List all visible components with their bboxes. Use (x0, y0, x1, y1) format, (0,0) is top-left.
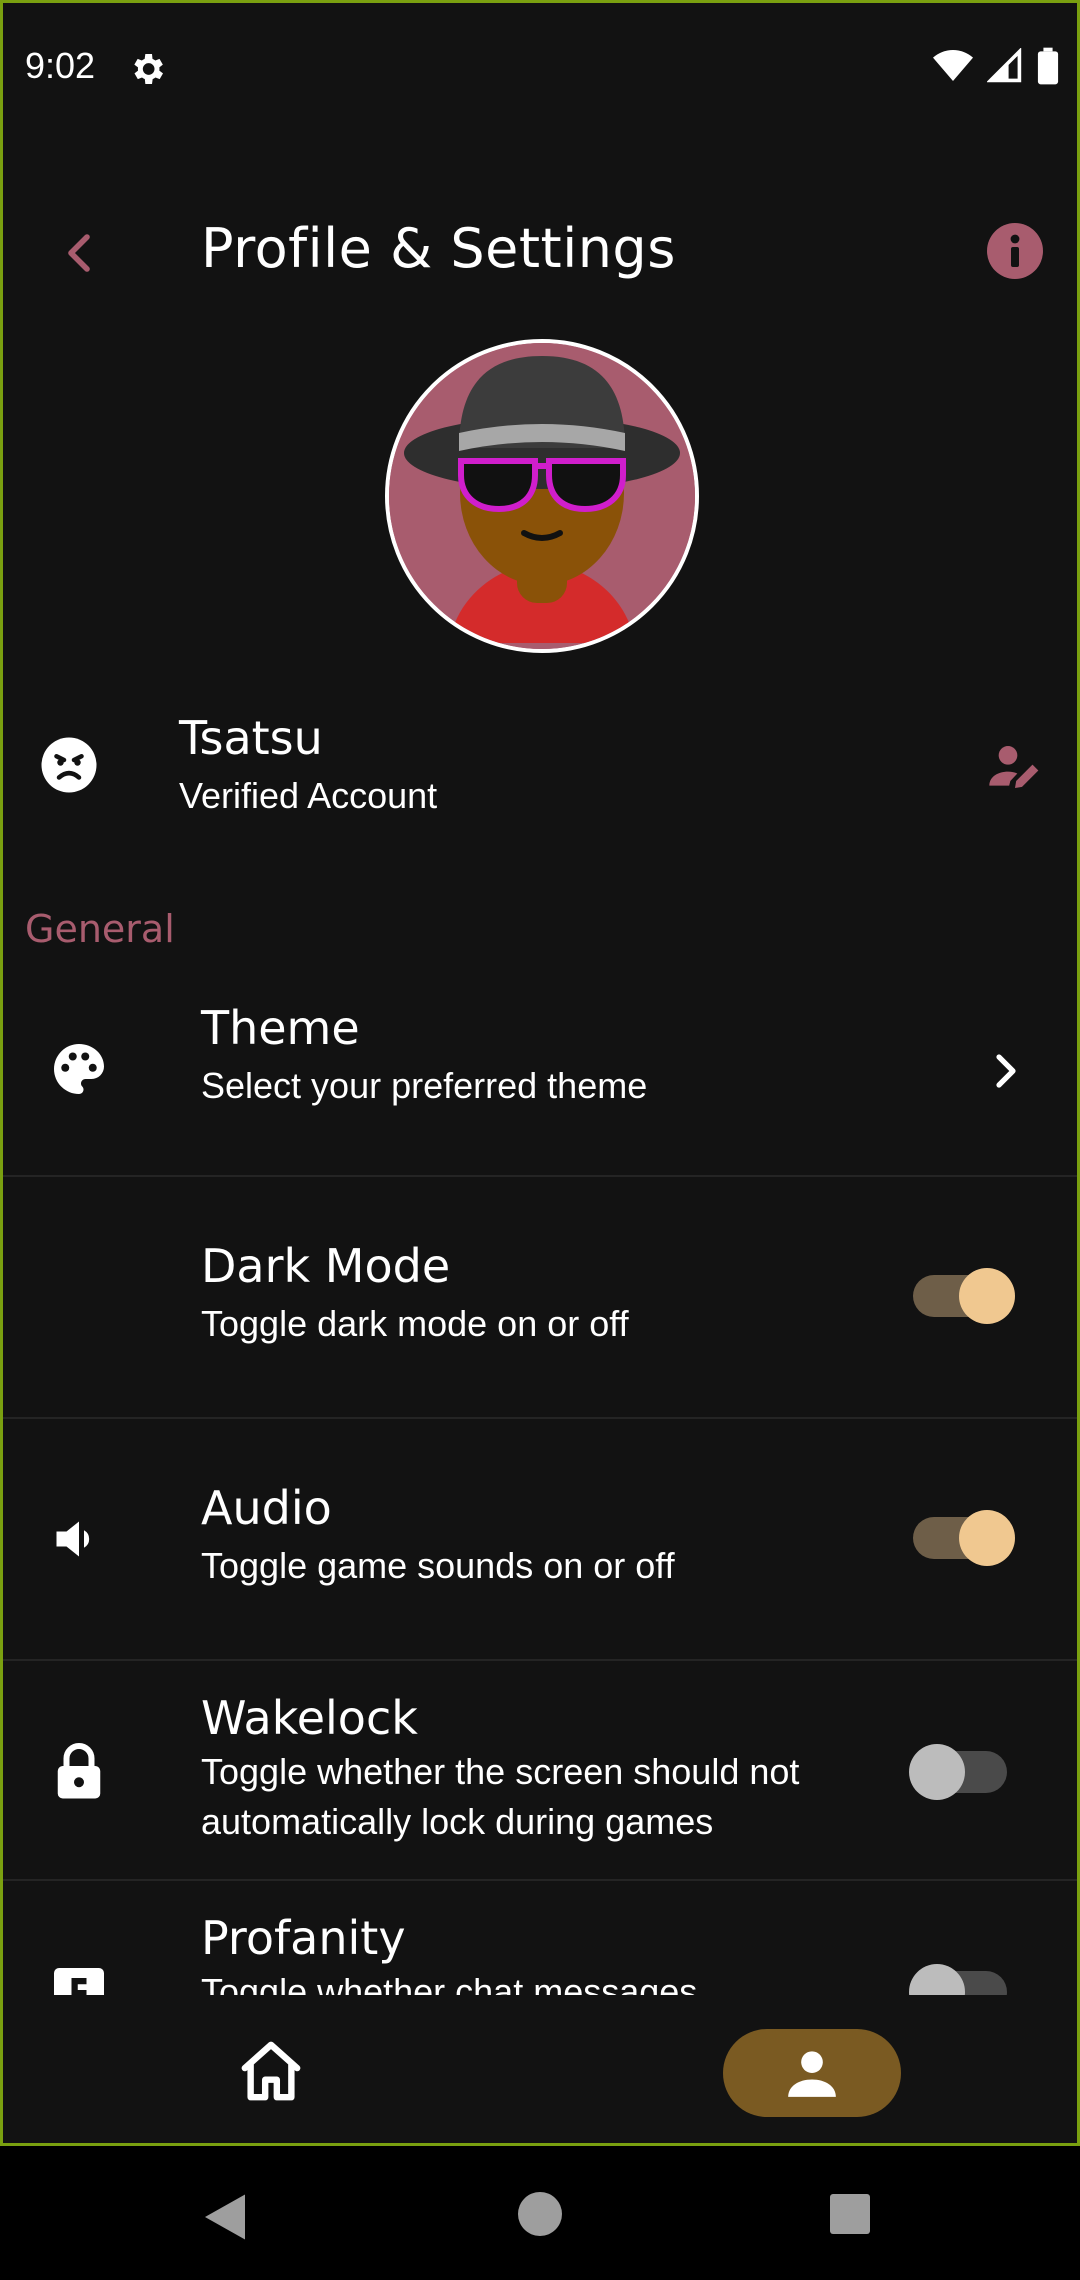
nav-profile-tab[interactable] (723, 2029, 901, 2117)
setting-theme[interactable]: Theme Select your preferred theme (3, 963, 1077, 1177)
toggle-thumb (909, 1964, 965, 1995)
setting-wakelock[interactable]: Wakelock Toggle whether the screen shoul… (3, 1661, 1077, 1881)
system-home-button[interactable] (518, 2192, 562, 2236)
setting-title: Wakelock (201, 1691, 418, 1745)
audio-toggle[interactable] (913, 1510, 1015, 1566)
setting-title: Audio (201, 1481, 332, 1535)
setting-description: Toggle game sounds on or off (201, 1545, 675, 1586)
toggle-thumb (959, 1510, 1015, 1566)
system-back-icon[interactable] (200, 2192, 250, 2242)
setting-description: Select your preferred theme (201, 1065, 648, 1106)
bottom-navigation (3, 1995, 1077, 2143)
app-screen: 9:02 Profile & Settings Tsatsu Verified … (0, 0, 1080, 2146)
setting-title: Profanity (201, 1911, 406, 1965)
wakelock-toggle[interactable] (909, 1744, 1007, 1800)
setting-description: Toggle whether chat messages (201, 1971, 698, 1995)
dark-mode-toggle[interactable] (913, 1268, 1015, 1324)
person-icon (788, 2051, 836, 2097)
home-icon[interactable] (235, 2039, 307, 2103)
toggle-thumb (909, 1744, 965, 1800)
setting-title: Dark Mode (201, 1239, 451, 1293)
setting-description: Toggle dark mode on or off (201, 1303, 629, 1344)
chevron-right-icon (996, 1054, 1016, 1088)
setting-title: Theme (201, 1001, 360, 1055)
system-navigation-bar (0, 2146, 1080, 2280)
settings-list: Theme Select your preferred theme Dark M… (3, 3, 1077, 1995)
setting-description: Toggle whether the screen should not aut… (201, 1751, 800, 1842)
toggle-thumb (959, 1268, 1015, 1324)
explicit-icon (54, 1968, 104, 1995)
setting-dark-mode[interactable]: Dark Mode Toggle dark mode on or off (3, 1177, 1077, 1419)
speaker-icon (56, 1521, 90, 1557)
profanity-toggle[interactable] (909, 1964, 1007, 1995)
setting-audio[interactable]: Audio Toggle game sounds on or off (3, 1419, 1077, 1661)
system-recents-button[interactable] (830, 2194, 870, 2234)
palette-icon (54, 1044, 104, 1094)
lock-icon (57, 1743, 101, 1799)
setting-profanity[interactable]: Profanity Toggle whether chat messages (3, 1881, 1077, 1995)
moon-icon (61, 1272, 87, 1322)
